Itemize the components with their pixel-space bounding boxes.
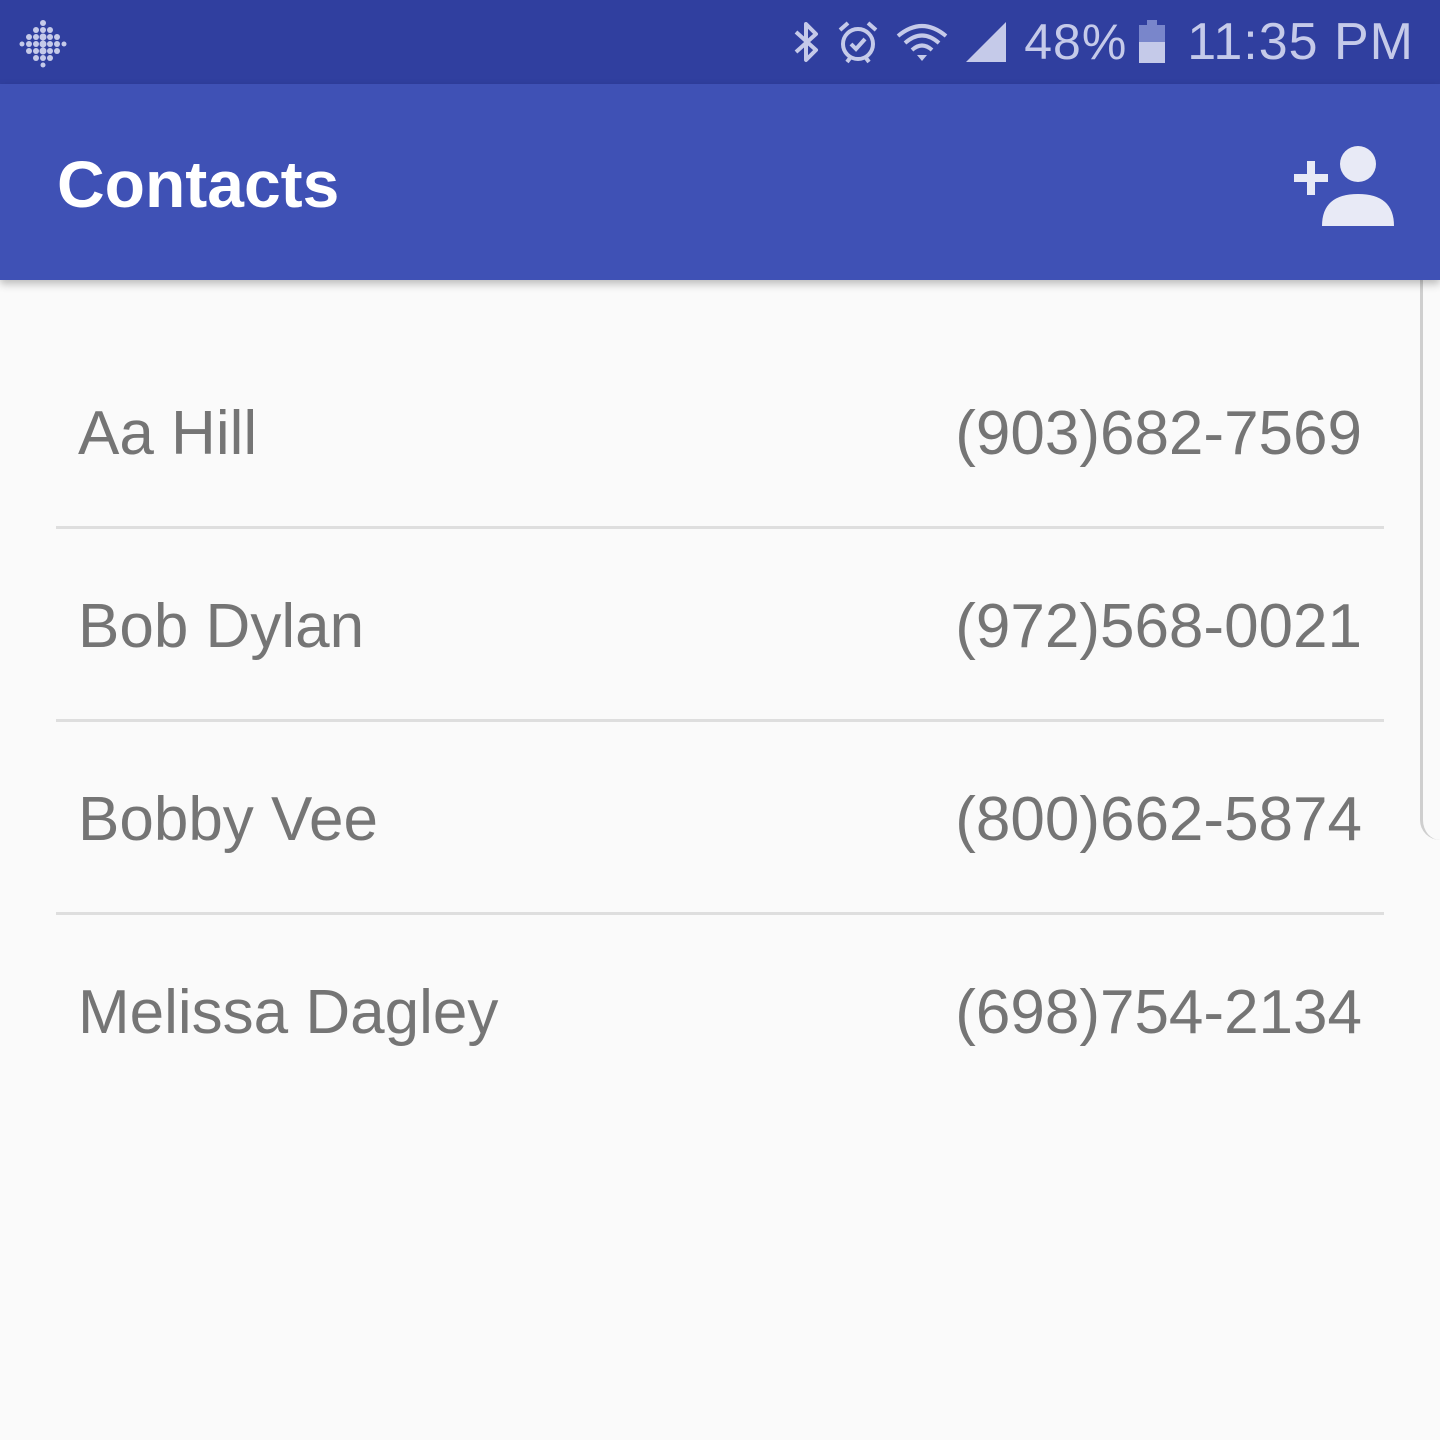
fitbit-dots-icon: [19, 20, 67, 68]
contact-phone: (972)568-0021: [955, 592, 1362, 661]
list-item[interactable]: Bobby Vee (800)662-5874: [56, 722, 1384, 915]
cell-signal-icon: [964, 18, 1010, 66]
add-person-icon: [1294, 146, 1394, 226]
contact-phone: (698)754-2134: [955, 978, 1362, 1047]
alarm-icon: [836, 18, 880, 66]
page-title: Contacts: [57, 147, 340, 221]
contact-phone: (903)682-7569: [955, 399, 1362, 468]
status-bar: 48% 11:35 PM: [0, 0, 1440, 84]
add-contact-button[interactable]: [1290, 140, 1400, 226]
contact-name: Melissa Dagley: [78, 978, 499, 1047]
battery-icon: [1137, 18, 1167, 66]
clock-time: 11:35 PM: [1187, 13, 1414, 71]
status-icons: 48% 11:35 PM: [790, 0, 1414, 84]
contact-list: Aa Hill (903)682-7569 Bob Dylan (972)568…: [56, 336, 1384, 1108]
list-item[interactable]: Aa Hill (903)682-7569: [56, 336, 1384, 529]
contact-name: Bob Dylan: [78, 592, 365, 661]
list-item[interactable]: Melissa Dagley (698)754-2134: [56, 915, 1384, 1108]
contact-name: Aa Hill: [78, 399, 258, 468]
contact-phone: (800)662-5874: [955, 785, 1362, 854]
list-item[interactable]: Bob Dylan (972)568-0021: [56, 529, 1384, 722]
bluetooth-icon: [790, 18, 822, 66]
contact-name: Bobby Vee: [78, 785, 378, 854]
battery-percent: 48%: [1024, 14, 1128, 70]
screen-edge: [1420, 260, 1440, 840]
wifi-icon: [894, 18, 950, 66]
app-bar: Contacts: [0, 84, 1440, 280]
